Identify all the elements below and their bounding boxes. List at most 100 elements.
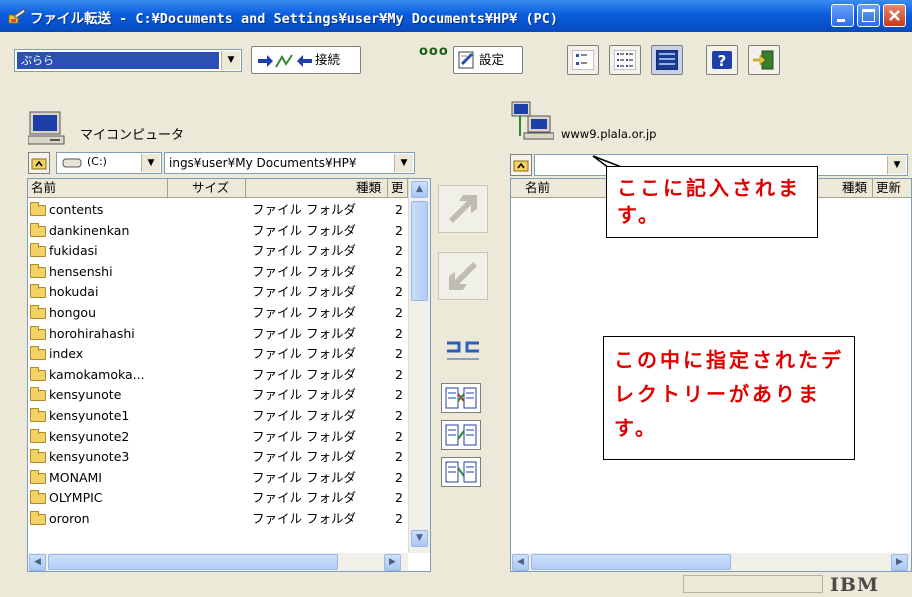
scroll-down-icon[interactable]: ▼ — [411, 530, 428, 547]
file-name: OLYMPIC — [49, 490, 103, 506]
scroll-right-icon[interactable]: ▶ — [384, 554, 401, 571]
table-row[interactable]: kensyunote2 ファイル フォルダ 2 — [28, 427, 428, 448]
file-name: horohirahashi — [49, 325, 135, 341]
scroll-right-icon[interactable]: ▶ — [891, 554, 908, 571]
file-name: contents — [49, 202, 104, 217]
connect-button[interactable]: 接続 — [251, 46, 361, 74]
folder-icon — [30, 408, 46, 422]
column-updated[interactable]: 更 — [388, 179, 408, 197]
download-button[interactable] — [438, 252, 488, 300]
file-type: ファイル フォルダ — [252, 346, 356, 362]
drive-select[interactable]: (C:) ▼ — [56, 152, 162, 174]
file-type: ファイル フォルダ — [252, 511, 356, 526]
table-row[interactable]: horohirahashi ファイル フォルダ 2 — [28, 324, 428, 345]
view-details-button[interactable] — [651, 45, 683, 75]
maximize-button[interactable] — [857, 4, 880, 27]
sync-arrows-icon — [447, 341, 479, 360]
help-button[interactable]: ? — [706, 45, 738, 75]
scroll-left-icon[interactable]: ◀ — [512, 554, 529, 571]
file-updated: 2 — [395, 511, 403, 526]
table-row[interactable]: hokudai ファイル フォルダ 2 — [28, 282, 428, 303]
file-name: hensenshi — [49, 263, 113, 279]
edit-icon — [458, 51, 474, 69]
mirror-upload-icon — [445, 424, 477, 446]
column-type[interactable]: 種類 — [246, 179, 388, 197]
drive-icon — [62, 158, 82, 168]
remote-up-folder-button[interactable] — [510, 154, 532, 176]
table-row[interactable]: index ファイル フォルダ 2 — [28, 344, 428, 365]
table-row[interactable]: kensyunote1 ファイル フォルダ 2 — [28, 406, 428, 427]
table-row[interactable]: dankinenkan ファイル フォルダ 2 — [28, 221, 428, 242]
chevron-down-icon[interactable]: ▼ — [887, 156, 906, 174]
file-updated: 2 — [395, 222, 403, 238]
file-name: kamokamoka... — [49, 366, 145, 382]
remote-hscroll-thumb[interactable] — [531, 554, 731, 570]
upload-button[interactable] — [438, 185, 488, 233]
local-path-select[interactable]: ings¥user¥My Documents¥HP¥ ▼ — [164, 152, 415, 174]
file-name: hokudai — [49, 284, 99, 300]
table-row[interactable]: kensyunote ファイル フォルダ 2 — [28, 385, 428, 406]
table-row[interactable]: OLYMPIC ファイル フォルダ 2 — [28, 488, 428, 509]
chevron-down-icon[interactable]: ▼ — [141, 154, 160, 172]
column-name[interactable]: 名前 — [28, 179, 168, 197]
local-vscroll-thumb[interactable] — [411, 201, 428, 301]
table-row[interactable]: kensyunote3 ファイル フォルダ 2 — [28, 447, 428, 468]
view-small-icons-button[interactable] — [567, 45, 599, 75]
table-row[interactable]: fukidasi ファイル フォルダ 2 — [28, 241, 428, 262]
up-folder-icon — [31, 158, 47, 170]
table-row[interactable]: contents ファイル フォルダ 2 — [28, 200, 428, 221]
column-type[interactable]: 種類 — [811, 179, 873, 197]
compare-button[interactable] — [441, 383, 481, 413]
remote-horizontal-scrollbar[interactable]: ◀ ▶ — [511, 553, 911, 571]
table-row[interactable]: MONAMI ファイル フォルダ 2 — [28, 468, 428, 489]
column-size[interactable]: サイズ — [168, 179, 246, 197]
folder-icon — [30, 449, 46, 464]
file-name: dankinenkan — [49, 222, 130, 238]
svg-text:?: ? — [718, 52, 727, 70]
details-view-icon — [656, 50, 678, 70]
close-button[interactable] — [883, 4, 906, 27]
server-icon — [511, 101, 554, 140]
brand-logo: IBM — [830, 574, 879, 596]
file-type: ファイル フォルダ — [252, 428, 356, 444]
file-updated: 2 — [395, 346, 403, 362]
local-file-list[interactable]: 名前 サイズ 種類 更 contents ファイル フォルダ 2 dankinenka… — [27, 178, 431, 572]
scroll-left-icon[interactable]: ◀ — [29, 554, 46, 571]
mirror-download-button[interactable] — [441, 457, 481, 487]
local-heading: マイコンピュータ — [80, 128, 185, 143]
sync-button[interactable] — [438, 334, 488, 374]
file-type: ファイル フォルダ — [252, 202, 356, 217]
chevron-down-icon[interactable]: ▼ — [221, 51, 240, 70]
exit-button[interactable] — [748, 45, 780, 75]
mirror-upload-button[interactable] — [441, 420, 481, 450]
computer-icon — [28, 111, 65, 145]
table-row[interactable]: hongou ファイル フォルダ 2 — [28, 303, 428, 324]
local-hscroll-thumb[interactable] — [48, 554, 338, 570]
table-row[interactable]: kamokamoka... ファイル フォルダ 2 — [28, 365, 428, 386]
column-updated[interactable]: 更新 — [873, 179, 911, 197]
table-row[interactable]: ororon ファイル フォルダ 2 — [28, 509, 428, 530]
table-row[interactable]: hensenshi ファイル フォルダ 2 — [28, 262, 428, 283]
chevron-down-icon[interactable]: ▼ — [394, 154, 413, 172]
file-updated: 2 — [395, 449, 403, 465]
window-title: ファイル転送 - C:¥Documents and Settings¥user¥… — [30, 11, 559, 27]
minimize-icon — [837, 19, 845, 22]
connection-select-value: ぷらら — [17, 52, 219, 69]
status-bar: IBM — [683, 572, 911, 597]
title-bar[interactable]: ファイル転送 - C:¥Documents and Settings¥user¥… — [0, 0, 912, 32]
file-updated: 2 — [395, 490, 403, 506]
local-up-folder-button[interactable] — [28, 152, 50, 174]
scroll-up-icon[interactable]: ▲ — [411, 181, 428, 198]
file-name: ororon — [49, 511, 90, 526]
settings-button[interactable]: 設定 — [453, 46, 523, 74]
file-type: ファイル フォルダ — [252, 325, 356, 341]
connection-select[interactable]: ぷらら ▼ — [14, 49, 242, 72]
local-horizontal-scrollbar[interactable]: ◀ ▶ — [28, 553, 408, 571]
view-list-button[interactable] — [609, 45, 641, 75]
file-updated: 2 — [395, 243, 403, 259]
file-name: kensyunote1 — [49, 408, 130, 423]
file-name: kensyunote2 — [49, 428, 130, 444]
local-vertical-scrollbar[interactable]: ▲ ▼ — [408, 179, 430, 553]
minimize-button[interactable] — [831, 4, 854, 27]
file-type: ファイル フォルダ — [252, 243, 356, 259]
